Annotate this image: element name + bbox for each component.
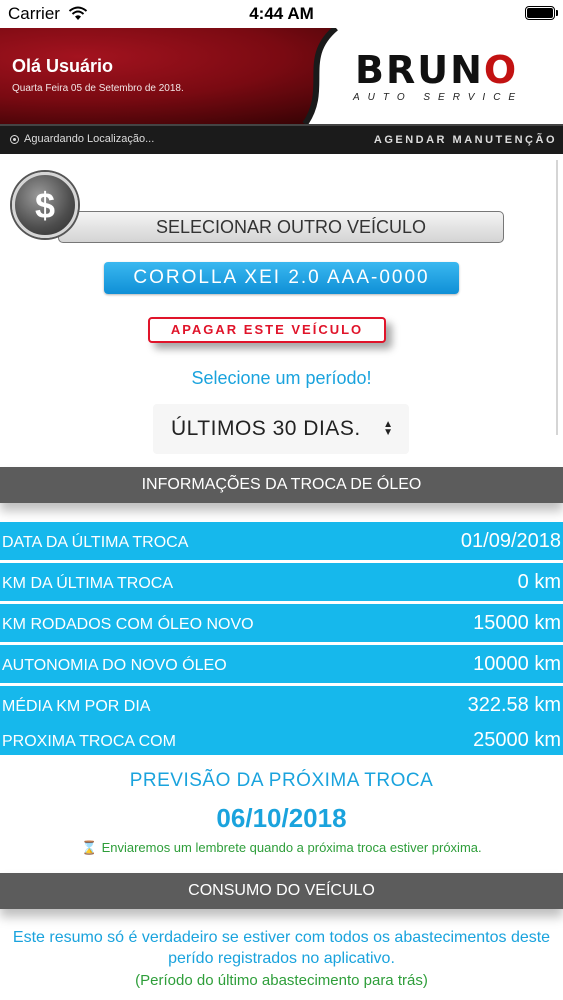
row-value: 10000 km (473, 653, 561, 675)
oil-change-header: INFORMAÇÕES DA TROCA DE ÓLEO (0, 467, 563, 503)
row-value: 01/09/2018 (460, 530, 561, 552)
logo-accent: O (483, 48, 519, 92)
period-prompt: Selecione um período! (191, 368, 372, 388)
reminder-text-line: ⌛ Enviaremos um lembrete quando a próxima… (0, 840, 563, 856)
select-other-vehicle-button[interactable]: SELECIONAR OUTRO VEÍCULO (58, 211, 504, 243)
greeting: Olá Usuário (12, 56, 114, 76)
logo: BRUNO (355, 48, 555, 92)
logo-subtitle: AUTO SERVICE (353, 92, 524, 103)
consumption-header: CONSUMO DO VEÍCULO (0, 873, 563, 909)
delete-vehicle-button[interactable]: APAGAR ESTE VEÍCULO (148, 317, 386, 343)
row-label: PROXIMA TROCA COM (2, 733, 176, 750)
row-label: AUTONOMIA DO NOVO ÓLEO (2, 657, 227, 674)
current-date: Quarta Feira 05 de Setembro de 2018. (12, 83, 184, 94)
period-select[interactable]: ÚLTIMOS 30 DIAS. ▲ ▼ (153, 404, 409, 454)
current-vehicle-button[interactable]: COROLLA XEI 2.0 AAA-0000 (104, 262, 459, 294)
scroll-indicator (556, 160, 558, 435)
select-arrows-icon: ▲ ▼ (383, 419, 393, 438)
row-value: 15000 km (473, 612, 561, 634)
row-value: 0 km (517, 571, 561, 593)
row-label: MÉDIA KM POR DIA (2, 698, 151, 715)
info-row-avg-km-day: MÉDIA KM POR DIA 322.58 km PROXIMA TROCA… (0, 686, 563, 755)
battery-icon (525, 6, 558, 20)
sub-header: Aguardando Localização... AGENDAR MANUTE… (0, 124, 563, 154)
hourglass-icon: ⌛ (81, 840, 98, 855)
consumption-sub-note: (Período do último abastecimento para tr… (135, 972, 428, 989)
status-bar: Carrier 4:44 AM (0, 0, 563, 28)
location-status: Aguardando Localização... (24, 133, 155, 145)
app-header: Olá Usuário Quarta Feira 05 de Setembro … (0, 28, 563, 124)
row-label: KM DA ÚLTIMA TROCA (2, 575, 173, 592)
reminder-text: Enviaremos um lembrete quando a próxima … (101, 840, 482, 855)
dollar-icon: $ (12, 172, 78, 238)
schedule-maintenance-link[interactable]: AGENDAR MANUTENÇÃO (374, 134, 557, 146)
period-selected-value: ÚLTIMOS 30 DIAS. (171, 417, 361, 440)
info-row-oil-autonomy: AUTONOMIA DO NOVO ÓLEO 10000 km (0, 645, 563, 683)
location-icon (10, 135, 19, 144)
logo-text: BRUN (355, 48, 484, 92)
clock: 4:44 AM (249, 4, 314, 23)
forecast-date: 06/10/2018 (216, 803, 347, 833)
consumption-note: Este resumo só é verdadeiro se estiver c… (12, 929, 551, 967)
row-value: 25000 km (473, 729, 561, 751)
info-row-last-change-date: DATA DA ÚLTIMA TROCA 01/09/2018 (0, 522, 563, 560)
forecast-title: PREVISÃO DA PRÓXIMA TROCA (129, 770, 434, 791)
row-label: DATA DA ÚLTIMA TROCA (2, 534, 189, 551)
info-row-last-change-km: KM DA ÚLTIMA TROCA 0 km (0, 563, 563, 601)
row-value: 322.58 km (467, 694, 561, 716)
info-row-km-new-oil: KM RODADOS COM ÓLEO NOVO 15000 km (0, 604, 563, 642)
row-label: KM RODADOS COM ÓLEO NOVO (2, 616, 254, 633)
